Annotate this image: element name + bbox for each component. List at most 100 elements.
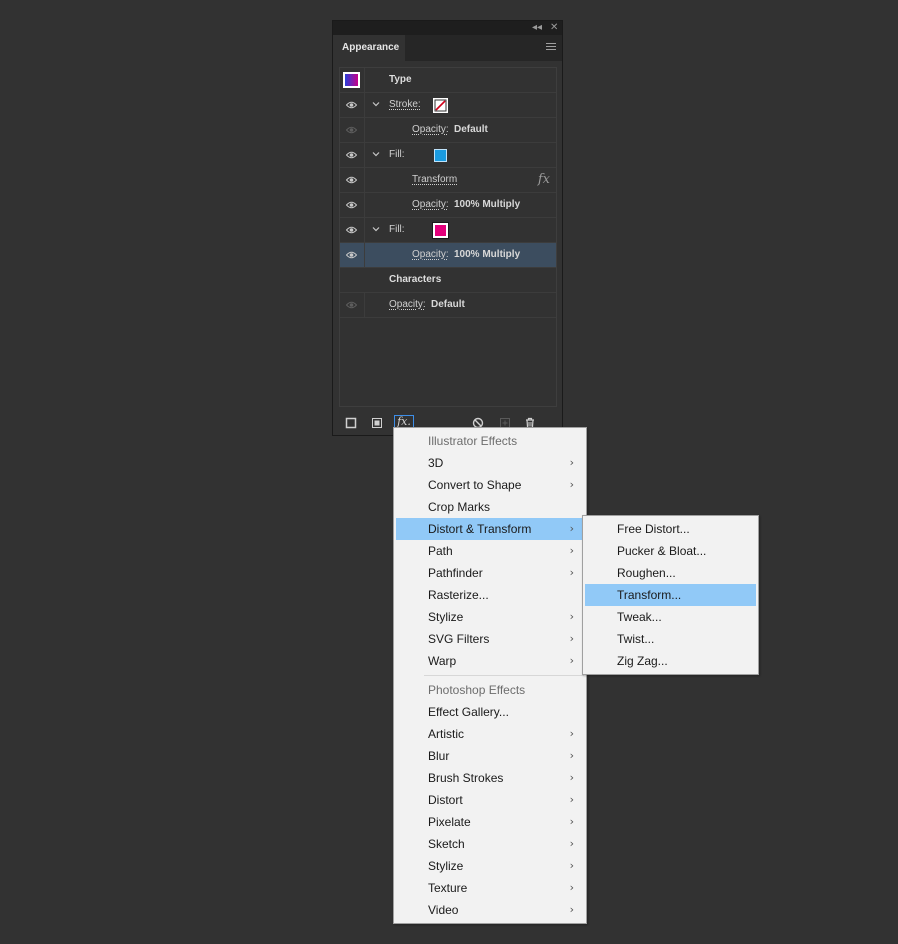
visibility-cell bbox=[340, 243, 365, 267]
row-transform-effect[interactable]: Transform fx bbox=[340, 168, 556, 193]
row-label[interactable]: Stroke: bbox=[389, 93, 421, 117]
menu-item-label: Pathfinder bbox=[428, 566, 483, 580]
row-label[interactable]: Opacity: bbox=[412, 193, 449, 217]
submenu-arrow-icon: › bbox=[569, 544, 574, 557]
row-characters-opacity[interactable]: Opacity: Default bbox=[340, 293, 556, 318]
panel-menu-icon[interactable] bbox=[546, 43, 556, 52]
visibility-cell bbox=[340, 143, 365, 167]
eye-icon[interactable] bbox=[346, 201, 357, 209]
menu-item-path[interactable]: Path › bbox=[396, 540, 584, 562]
eye-icon[interactable] bbox=[346, 126, 357, 134]
row-type[interactable]: Type bbox=[340, 68, 556, 93]
submenu-arrow-icon: › bbox=[569, 478, 574, 491]
menu-item-pathfinder[interactable]: Pathfinder › bbox=[396, 562, 584, 584]
menu-item-label: Distort & Transform bbox=[428, 522, 532, 536]
menu-item-free-distort[interactable]: Free Distort... bbox=[585, 518, 756, 540]
row-fill-magenta[interactable]: Fill: bbox=[340, 218, 556, 243]
menu-item-label: SVG Filters bbox=[428, 632, 490, 646]
menu-header-photoshop-effects: Photoshop Effects bbox=[428, 683, 526, 697]
submenu-arrow-icon: › bbox=[569, 837, 574, 850]
menu-item-label: Texture bbox=[428, 881, 468, 895]
menu-item-label: Effect Gallery... bbox=[428, 705, 509, 719]
row-fill-cyan-opacity[interactable]: Opacity: 100% Multiply bbox=[340, 193, 556, 218]
menu-item-label: Path bbox=[428, 544, 453, 558]
eye-icon[interactable] bbox=[346, 251, 357, 259]
appearance-list: Type Stroke: Opacity: Default Fill: Tran… bbox=[339, 67, 557, 407]
row-characters[interactable]: Characters bbox=[340, 268, 556, 293]
menu-item-sketch[interactable]: Sketch › bbox=[396, 833, 584, 855]
submenu-arrow-icon: › bbox=[569, 749, 574, 762]
row-fill-magenta-opacity[interactable]: Opacity: 100% Multiply bbox=[340, 243, 556, 268]
eye-icon[interactable] bbox=[346, 176, 357, 184]
stroke-swatch-icon[interactable] bbox=[433, 98, 448, 113]
menu-item-roughen[interactable]: Roughen... bbox=[585, 562, 756, 584]
menu-item-svg-filters[interactable]: SVG Filters › bbox=[396, 628, 584, 650]
menu-item-pucker-bloat[interactable]: Pucker & Bloat... bbox=[585, 540, 756, 562]
submenu-arrow-icon: › bbox=[569, 522, 574, 535]
row-value: 100% Multiply bbox=[454, 199, 521, 210]
menu-item-label: Crop Marks bbox=[428, 500, 491, 514]
menu-item-convert-to-shape[interactable]: Convert to Shape › bbox=[396, 474, 584, 496]
menu-item-stylize[interactable]: Stylize › bbox=[396, 606, 584, 628]
row-label: Type bbox=[389, 74, 412, 85]
fx-icon[interactable]: fx bbox=[538, 172, 550, 187]
visibility-cell bbox=[340, 293, 365, 317]
menu-item-texture[interactable]: Texture › bbox=[396, 877, 584, 899]
row-label[interactable]: Opacity: bbox=[412, 118, 449, 142]
menu-item-pixelate[interactable]: Pixelate › bbox=[396, 811, 584, 833]
row-stroke-opacity[interactable]: Opacity: Default bbox=[340, 118, 556, 143]
chevron-down-icon[interactable] bbox=[372, 100, 380, 108]
panel-body: Type Stroke: Opacity: Default Fill: Tran… bbox=[333, 61, 562, 413]
menu-item-rasterize[interactable]: Rasterize... bbox=[396, 584, 584, 606]
eye-icon[interactable] bbox=[346, 301, 357, 309]
menu-item-crop-marks[interactable]: Crop Marks bbox=[396, 496, 584, 518]
menu-item-effect-gallery[interactable]: Effect Gallery... bbox=[396, 701, 584, 723]
distort-transform-submenu: Free Distort... Pucker & Bloat... Roughe… bbox=[582, 515, 759, 675]
menu-separator bbox=[424, 675, 584, 676]
visibility-cell bbox=[340, 218, 365, 242]
collapse-panel-icon[interactable]: ◂◂ bbox=[532, 21, 542, 35]
menu-item-video[interactable]: Video › bbox=[396, 899, 584, 921]
submenu-arrow-icon: › bbox=[569, 566, 574, 579]
menu-item-label: Video bbox=[428, 903, 459, 917]
tab-appearance[interactable]: Appearance bbox=[333, 35, 405, 62]
menu-item-label: Distort bbox=[428, 793, 463, 807]
menu-item-stylize-photoshop[interactable]: Stylize › bbox=[396, 855, 584, 877]
menu-item-label: Warp bbox=[428, 654, 457, 668]
row-label: Fill: bbox=[389, 224, 405, 235]
menu-item-label: Sketch bbox=[428, 837, 465, 851]
row-label[interactable]: Opacity: bbox=[389, 293, 426, 317]
fill-swatch-icon[interactable] bbox=[432, 222, 449, 239]
row-label: Characters bbox=[389, 274, 442, 285]
eye-icon[interactable] bbox=[346, 151, 357, 159]
eye-icon[interactable] bbox=[346, 101, 357, 109]
menu-item-blur[interactable]: Blur › bbox=[396, 745, 584, 767]
menu-item-transform[interactable]: Transform... bbox=[585, 584, 756, 606]
menu-item-twist[interactable]: Twist... bbox=[585, 628, 756, 650]
menu-item-distort-transform[interactable]: Distort & Transform › bbox=[396, 518, 584, 540]
appearance-panel: ◂◂ ✕ Appearance Type Stroke: Opacity: De… bbox=[332, 20, 563, 436]
menu-item-label: 3D bbox=[428, 456, 444, 470]
fill-swatch-icon[interactable] bbox=[434, 149, 447, 162]
row-value: Default bbox=[431, 299, 465, 310]
chevron-down-icon[interactable] bbox=[372, 225, 380, 233]
add-new-fill-icon[interactable] bbox=[370, 416, 384, 430]
chevron-down-icon[interactable] bbox=[372, 150, 380, 158]
menu-item-brush-strokes[interactable]: Brush Strokes › bbox=[396, 767, 584, 789]
menu-item-artistic[interactable]: Artistic › bbox=[396, 723, 584, 745]
menu-item-tweak[interactable]: Tweak... bbox=[585, 606, 756, 628]
row-label: Fill: bbox=[389, 149, 405, 160]
row-label[interactable]: Transform bbox=[412, 168, 457, 192]
menu-item-distort[interactable]: Distort › bbox=[396, 789, 584, 811]
row-stroke[interactable]: Stroke: bbox=[340, 93, 556, 118]
menu-item-zig-zag[interactable]: Zig Zag... bbox=[585, 650, 756, 672]
row-fill-cyan[interactable]: Fill: bbox=[340, 143, 556, 168]
menu-item-label: Stylize bbox=[428, 859, 464, 873]
add-new-stroke-icon[interactable] bbox=[344, 416, 358, 430]
row-label[interactable]: Opacity: bbox=[412, 243, 449, 267]
menu-item-3d[interactable]: 3D › bbox=[396, 452, 584, 474]
menu-item-warp[interactable]: Warp › bbox=[396, 650, 584, 672]
close-panel-icon[interactable]: ✕ bbox=[550, 21, 558, 35]
submenu-arrow-icon: › bbox=[569, 771, 574, 784]
eye-icon[interactable] bbox=[346, 226, 357, 234]
